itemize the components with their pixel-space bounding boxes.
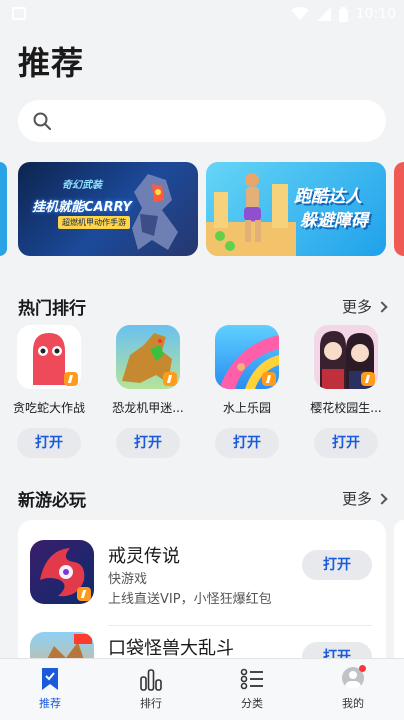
banner-headline-line1: 跑酷达人 — [294, 187, 362, 207]
quick-game-badge-icon — [262, 372, 276, 386]
game-title: 戒灵传说 — [108, 546, 180, 567]
bottom-tab-bar: 推荐 排行 分类 我的 — [0, 658, 404, 720]
list-item[interactable]: 戒灵传说 快游戏 上线直送VIP，小怪狂爆红包 打开 — [18, 540, 386, 630]
game-category: 快游戏 — [108, 572, 148, 587]
status-bar: 10:10 — [0, 0, 404, 28]
open-button[interactable]: 打开 — [314, 428, 378, 458]
chevron-right-icon — [376, 300, 388, 313]
list-icon — [240, 668, 263, 690]
status-right: 10:10 — [290, 4, 396, 24]
game-title: 口袋怪兽大乱斗 — [108, 638, 234, 659]
open-button[interactable]: 打开 — [17, 428, 81, 458]
hot-item-dino-mech[interactable]: 恐龙机甲迷... 打开 — [103, 325, 193, 458]
tab-label: 排行 — [140, 697, 162, 710]
hot-more-label: 更多 — [341, 298, 372, 316]
tab-label: 分类 — [241, 697, 263, 710]
hot-item-name: 水上乐园 — [222, 401, 271, 415]
notification-dot — [359, 665, 366, 672]
cellular-icon — [316, 7, 331, 21]
dino-mech-game-icon — [116, 325, 180, 389]
new-more-link[interactable]: 更多 — [341, 488, 388, 509]
bar-chart-icon — [140, 669, 162, 691]
tab-recommend[interactable]: 推荐 — [20, 667, 80, 711]
tab-mine[interactable]: 我的 — [323, 665, 383, 711]
snake-game-icon — [17, 325, 81, 389]
hot-section-title: 热门排行 — [18, 299, 86, 319]
open-button[interactable]: 打开 — [116, 428, 180, 458]
hot-item-water-park[interactable]: 水上乐园 打开 — [202, 325, 292, 458]
banner-peek-left[interactable] — [0, 162, 7, 256]
notification-icon — [12, 7, 26, 20]
sakura-school-game-icon — [314, 325, 378, 389]
page-title: 推荐 — [18, 44, 85, 82]
chevron-right-icon — [376, 492, 388, 505]
search-icon — [33, 112, 51, 130]
tab-category[interactable]: 分类 — [222, 667, 282, 711]
water-park-game-icon — [215, 325, 279, 389]
bookmark-icon — [42, 668, 58, 690]
hot-item-sakura-school[interactable]: 樱花校园生... 打开 — [301, 325, 391, 458]
battery-icon — [338, 6, 348, 22]
ring-legend-game-icon — [30, 540, 94, 604]
tab-label: 我的 — [342, 697, 364, 710]
hot-more-link[interactable]: 更多 — [341, 296, 388, 317]
banner-parkour-game[interactable]: 跑酷达人 躲避障碍 — [206, 162, 386, 256]
banner-headline-line2: 躲避障碍 — [300, 211, 368, 231]
search-input[interactable] — [18, 100, 386, 142]
new-section-title: 新游必玩 — [18, 491, 86, 511]
quick-game-badge-icon — [77, 587, 91, 601]
mech-robot-illustration — [132, 174, 178, 250]
banner-headline: 挂机就能CARRY — [32, 200, 132, 215]
hot-item-snake[interactable]: 贪吃蛇大作战 打开 — [4, 325, 94, 458]
quick-game-badge-icon — [64, 372, 78, 386]
tab-ranking[interactable]: 排行 — [121, 667, 181, 711]
open-button[interactable]: 打开 — [215, 428, 279, 458]
tab-label: 推荐 — [39, 697, 61, 710]
status-time: 10:10 — [355, 6, 396, 22]
wifi-icon — [290, 7, 309, 20]
divider — [108, 625, 372, 626]
banner-mech-game[interactable]: 奇幻武装 挂机就能CARRY 超燃机甲动作手游 — [18, 162, 198, 256]
banner-logo: 奇幻武装 — [62, 180, 102, 191]
runner-illustration — [206, 173, 296, 256]
hot-item-name: 樱花校园生... — [310, 401, 382, 415]
hot-item-name: 恐龙机甲迷... — [112, 401, 184, 415]
new-more-label: 更多 — [341, 490, 372, 508]
open-button[interactable]: 打开 — [302, 550, 372, 580]
hot-item-name: 贪吃蛇大作战 — [12, 401, 85, 415]
banner-peek-right[interactable] — [394, 162, 404, 256]
quick-game-badge-icon — [361, 372, 375, 386]
game-description: 上线直送VIP，小怪狂爆红包 — [108, 592, 272, 607]
quick-game-badge-icon — [163, 372, 177, 386]
